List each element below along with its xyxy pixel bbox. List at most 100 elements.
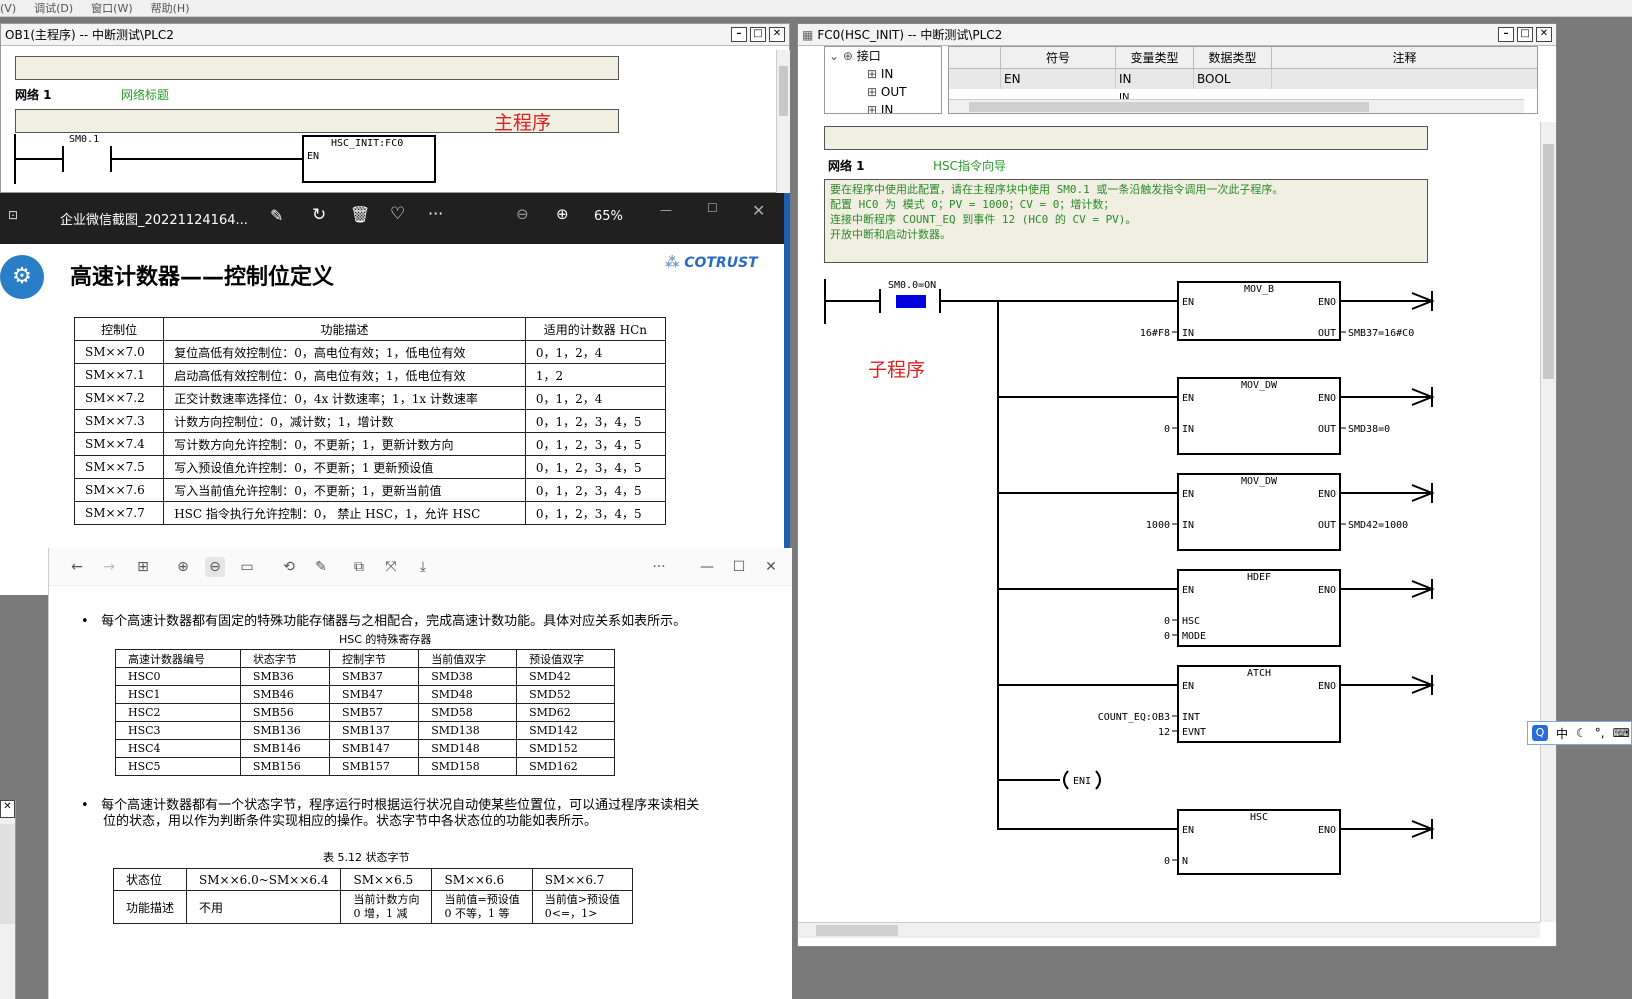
box-in1-label: INT — [1182, 712, 1200, 723]
rotate-icon[interactable]: ⟲ — [279, 557, 299, 577]
ob1-vscrollbar[interactable] — [776, 50, 790, 194]
crop-icon[interactable]: ⤧ — [381, 557, 401, 577]
interface-tree: ⌄ ⊕ 接口 ⊞ IN ⊞ OUT ⊞ IN — [824, 46, 942, 114]
hsc-register-table: 高速计数器编号 状态字节 控制字节 当前值双字 预设值双字 HSC0 SMB36 SMB37… — [115, 649, 615, 776]
ob1-network-title: 网络标题 — [121, 88, 170, 102]
box-in1-label: IN — [1182, 328, 1194, 339]
tree-node-in[interactable]: ⊞ IN — [825, 65, 941, 83]
coil-right — [1095, 770, 1101, 790]
interface-table: 符号 变量类型 数据类型 注释 EN IN BOOL IN — [948, 46, 1538, 114]
moon-icon[interactable]: ☾ — [1576, 726, 1587, 740]
table-row: SM××7.3 计数方向控制位：0，减计数；1，增计数 0，1，2，3，4，5 — [73, 409, 667, 433]
fc0-hscrollbar[interactable] — [798, 922, 1540, 938]
table-row: HSC1 SMB46 SMB47 SMD48 SMD52 — [115, 685, 615, 704]
fc0-vscrollbar[interactable] — [1540, 122, 1556, 922]
tree-node-out[interactable]: ⊞ OUT — [825, 83, 941, 101]
hidden-window-fragment: ✕ — [0, 800, 16, 999]
coil-left — [1063, 770, 1069, 790]
fc0-block-comment[interactable] — [824, 126, 1428, 150]
ime-logo-icon: Q — [1532, 725, 1548, 741]
box-en: EN — [1182, 297, 1194, 308]
close-button[interactable]: ✕ — [761, 557, 781, 577]
minimize-button[interactable]: – — [1498, 27, 1514, 42]
ob1-box-title: HSC_INIT:FC0 — [331, 138, 404, 149]
fc0-title-bar: ▦ FC0(HSC_INIT) -- 中断测试\PLC2 – □ ✕ — [798, 24, 1556, 46]
delete-icon[interactable]: 🗑 — [350, 205, 370, 224]
close-button[interactable]: ✕ — [752, 201, 765, 220]
ime-toolbar[interactable]: Q 中 ☾ °, ⌨ — [1527, 721, 1632, 745]
col-symbol[interactable]: 符号 — [1001, 47, 1116, 68]
viewer-filename: 企业微信截图_20221124164... — [60, 213, 248, 228]
favorite-icon[interactable]: ♡ — [390, 204, 405, 224]
minimize-button[interactable]: — — [697, 557, 717, 577]
fc0-window: ▦ FC0(HSC_INIT) -- 中断测试\PLC2 – □ ✕ ⌄ ⊕ 接… — [797, 23, 1557, 947]
close-button[interactable]: ✕ — [1536, 27, 1552, 42]
table-row[interactable]: EN IN BOOL — [949, 69, 1537, 89]
table-row: HSC5 SMB156 SMB157 SMD158 SMD162 — [115, 757, 615, 776]
maximize-button[interactable]: □ — [1517, 27, 1533, 42]
ob1-block-comment[interactable] — [15, 56, 619, 80]
fc0-network-title: HSC指令向导 — [933, 159, 1007, 173]
more-icon[interactable]: ··· — [649, 557, 669, 577]
tree-node-in2[interactable]: ⊞ IN — [825, 101, 941, 113]
menu-window[interactable]: 窗口(W) — [91, 0, 132, 16]
ob1-title-bar: OB1(主程序) -- 中断测试\PLC2 – □ ✕ — [1, 24, 789, 46]
table-row: SM××7.5 写入预设值允许控制：0，不更新；1 更新预设值 0，1，2，3，4，… — [73, 455, 667, 479]
box-in1-value: 0 — [1164, 424, 1170, 435]
save-icon[interactable]: ⤓ — [413, 557, 433, 577]
col-var-type[interactable]: 变量类型 — [1116, 47, 1194, 68]
maximize-button[interactable]: □ — [750, 27, 766, 42]
doc-caption-1: HSC 的特殊寄存器 — [339, 633, 432, 646]
keyboard-icon[interactable]: ⌨ — [1613, 726, 1630, 740]
copy-icon[interactable]: ⧉ — [349, 557, 369, 577]
maximize-button[interactable]: ☐ — [707, 201, 718, 215]
edit-icon[interactable]: ✎ — [270, 206, 283, 225]
contact-highlight — [896, 295, 926, 308]
ime-lang[interactable]: 中 — [1556, 725, 1568, 742]
edit-icon[interactable]: ✎ — [311, 557, 331, 577]
ob1-box-en: EN — [307, 151, 320, 162]
box-out-value: SMD38=0 — [1348, 424, 1390, 435]
back-icon[interactable]: ← — [67, 557, 87, 577]
pdf-toolbar: ← → ⊞ ⊕ ⊖ ▭ ⟲ ✎ ⧉ ⤧ ⤓ ··· — ☐ ✕ — [49, 548, 792, 586]
box-title: ATCH — [1247, 668, 1271, 679]
menu-debug[interactable]: 调试(D) — [34, 0, 73, 16]
image-viewer-window: ⊡ 企业微信截图_20221124164... ✎ ↻ 🗑 ♡ ··· ⊖ ⊕ … — [0, 193, 790, 595]
forward-icon[interactable]: → — [99, 557, 119, 577]
col-data-type[interactable]: 数据类型 — [1194, 47, 1272, 68]
box-in2-label: MODE — [1182, 631, 1206, 642]
more-icon[interactable]: ··· — [428, 204, 443, 223]
minimize-button[interactable]: — — [660, 203, 672, 217]
eni-coil: ENI — [1073, 776, 1091, 787]
box-title: HDEF — [1247, 572, 1271, 583]
iface-hscrollbar[interactable] — [949, 99, 1524, 113]
close-button[interactable]: ✕ — [0, 800, 15, 818]
close-button[interactable]: ✕ — [769, 27, 785, 42]
box-in1-label: IN — [1182, 520, 1194, 531]
maximize-button[interactable]: ☐ — [729, 557, 749, 577]
zoom-in-icon[interactable]: ⊕ — [173, 557, 193, 577]
table-row: SM××7.2 正交计数速率选择位：0，4x 计数速率；1，1x 计数速率 0，1，… — [73, 386, 667, 410]
menu-help[interactable]: 帮助(H) — [151, 0, 190, 16]
rotate-icon[interactable]: ↻ — [312, 205, 326, 225]
fc0-network-comment[interactable]: 要在程序中使用此配置，请在主程序块中使用 SM0.1 或一条沿触发指令调用一次此… — [824, 179, 1428, 263]
box-in1-label: N — [1182, 856, 1188, 867]
doc-bullet-2: • 每个高速计数器都有一个状态字节，程序运行时根据运行状况自动使某些位置位，可以… — [81, 798, 700, 829]
zoom-in-icon[interactable]: ⊕ — [556, 205, 569, 223]
ob1-title: OB1(主程序) -- 中断测试\PLC2 — [5, 28, 174, 42]
menu-view[interactable]: (V) — [0, 2, 16, 15]
table-row: SM××7.6 写入当前值允许控制：0，不更新；1，更新当前值 0，1，2，3，4，… — [73, 478, 667, 502]
col-comment[interactable]: 注释 — [1272, 47, 1537, 68]
table-row: SM××7.4 写计数方向允许控制：0，不更新；1，更新计数方向 0，1，2，3，4… — [73, 432, 667, 456]
tree-node-interface[interactable]: ⌄ ⊕ 接口 — [825, 47, 941, 65]
zoom-out-icon[interactable]: ⊖ — [516, 205, 529, 223]
table-row: SM××7.0 复位高低有效控制位：0，高电位有效；1，低电位有效 0，1，2，4 — [73, 340, 667, 364]
punct-icon[interactable]: °, — [1595, 726, 1605, 740]
grid-icon[interactable]: ⊞ — [133, 557, 153, 577]
ob1-network-header: 网络 1 — [15, 86, 52, 103]
box-eno: ENO — [1318, 681, 1336, 692]
zoom-out-icon[interactable]: ⊖ — [205, 557, 225, 577]
fit-icon[interactable]: ▭ — [237, 557, 257, 577]
minimize-button[interactable]: – — [731, 27, 747, 42]
cotrust-logo: ⁂ COTRUST — [665, 255, 758, 271]
